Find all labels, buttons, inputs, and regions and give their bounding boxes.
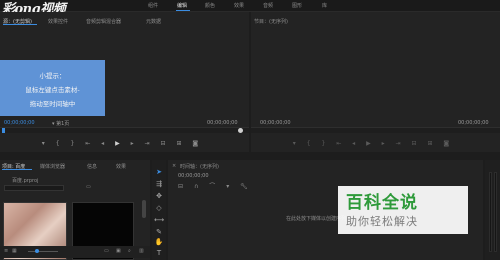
nest-icon[interactable]: ⊟	[178, 183, 183, 190]
step-back-icon[interactable]: ◂	[101, 140, 104, 147]
drop-media-hint: 在此处放下媒体以创建序列	[286, 216, 347, 222]
source-duration: 00;00;00;00	[207, 120, 238, 126]
program-monitor-panel: 节目：(无序列) 00;00;00;00 00;00;00;00 ▾ { } ⇤…	[251, 12, 500, 152]
audio-meter	[485, 160, 500, 260]
go-to-in-icon[interactable]: ⇤	[85, 140, 90, 147]
workspace-tab-libraries[interactable]: 库	[322, 2, 327, 9]
workspace-tab-color[interactable]: 颜色	[205, 2, 215, 9]
source-time-ruler[interactable]	[0, 127, 249, 133]
watermark-subtitle: 助你轻松解决	[346, 215, 418, 228]
project-file-name: 百度.prproj	[12, 178, 39, 184]
add-marker-icon[interactable]: ▾	[226, 183, 229, 190]
active-tab-indicator	[3, 24, 37, 25]
tools-panel: ➤ ⇶ ✥ ◇ ⟷ ✎ ✋ T	[152, 160, 166, 260]
project-footer: ≡ ▦ ▭ ▣ ⌕ ▥	[0, 246, 150, 258]
export-frame-icon[interactable]: ◙	[192, 140, 198, 147]
overwrite-icon[interactable]: ⊞	[176, 140, 181, 147]
go-to-out-icon[interactable]: ⇥	[145, 140, 150, 147]
watermark-title: 百科全说	[346, 193, 418, 213]
tab-media-browser[interactable]: 媒体浏览器	[40, 163, 65, 170]
list-view-icon[interactable]: ≡	[4, 248, 8, 254]
workspace-tab-audio[interactable]: 音频	[263, 2, 273, 9]
wrench-icon[interactable]: 🔧︎	[240, 183, 248, 190]
meter-channel-right	[494, 172, 497, 252]
tab-info[interactable]: 信息	[87, 163, 97, 170]
scroll-handle[interactable]	[238, 128, 243, 133]
tab-metadata[interactable]: 元数据	[146, 18, 161, 25]
workspace-tab-editing[interactable]: 编辑	[177, 2, 187, 9]
new-item-button[interactable]: ▣	[116, 248, 121, 254]
selection-tool-icon[interactable]: ➤	[154, 168, 164, 177]
linked-selection-icon[interactable]: ⌒	[209, 181, 215, 190]
source-monitor-panel: 源：(无剪辑) 效果控件 音频剪辑混合器 元数据 小提示： 鼠标左键点击素材- …	[0, 12, 249, 152]
play-icon[interactable]: ▶	[115, 140, 120, 147]
zoom-slider-handle[interactable]	[35, 249, 39, 253]
mark-out-icon[interactable]: }	[321, 140, 325, 147]
step-forward-icon[interactable]: ▸	[131, 140, 134, 147]
timeline-timecode[interactable]: 00;00;00;00	[178, 173, 209, 179]
razor-tool-icon[interactable]: ◇	[154, 204, 164, 213]
scrollbar[interactable]	[142, 200, 146, 218]
export-frame-icon[interactable]: ◙	[443, 140, 449, 147]
new-bin-icon[interactable]: ▭	[86, 184, 91, 190]
active-workspace-indicator	[176, 10, 190, 11]
source-transport-controls: ▾ { } ⇤ ◂ ▶ ▸ ⇥ ⊟ ⊞ ◙	[0, 139, 249, 149]
close-icon[interactable]: ×	[172, 163, 176, 169]
mark-in-icon[interactable]: {	[307, 140, 311, 147]
extract-icon[interactable]: ⊞	[427, 140, 432, 147]
step-forward-icon[interactable]: ▸	[382, 140, 385, 147]
workspace-bar: 彩ong视频 组件 编辑 颜色 效果 音频 图形 库	[0, 0, 500, 17]
meter-channel-left	[489, 172, 492, 252]
tab-program[interactable]: 节目：(无序列)	[254, 18, 288, 25]
source-timecode[interactable]: 00;00;00;00	[4, 120, 35, 126]
tab-effect-controls[interactable]: 效果控件	[48, 18, 68, 25]
find-icon[interactable]: ⌕	[128, 248, 131, 254]
new-bin-button[interactable]: ▭	[104, 248, 109, 254]
ripple-edit-tool-icon[interactable]: ✥	[154, 192, 164, 201]
play-icon[interactable]: ▶	[366, 140, 371, 147]
marker-icon[interactable]: ▾	[42, 140, 45, 147]
playhead-marker[interactable]	[2, 128, 5, 133]
project-panel: 项目: 百度 媒体浏览器 信息 效果 百度.prproj ▭ ≡ ▦ ▭ ▣ ⌕…	[0, 160, 150, 260]
go-to-in-icon[interactable]: ⇤	[336, 140, 341, 147]
insert-icon[interactable]: ⊟	[161, 140, 166, 147]
delete-icon[interactable]: ▥	[139, 248, 144, 254]
icon-view-icon[interactable]: ▦	[12, 248, 17, 254]
tab-effects[interactable]: 效果	[116, 163, 126, 170]
program-timecode[interactable]: 00;00;00;00	[260, 120, 291, 126]
timeline-title: 时间轴：(无序列)	[180, 164, 219, 170]
fit-dropdown[interactable]: ▾ 第1页	[52, 120, 69, 127]
mark-in-icon[interactable]: {	[56, 140, 60, 147]
step-back-icon[interactable]: ◂	[352, 140, 355, 147]
lift-icon[interactable]: ⊟	[412, 140, 417, 147]
slip-tool-icon[interactable]: ⟷	[154, 216, 164, 225]
go-to-out-icon[interactable]: ⇥	[396, 140, 401, 147]
watermark: 百科全说 助你轻松解决	[338, 186, 468, 234]
workspace-tab-graphics[interactable]: 图形	[292, 2, 302, 9]
program-transport-controls: ▾ { } ⇤ ◂ ▶ ▸ ⇥ ⊟ ⊞ ◙	[251, 139, 500, 149]
zoom-slider[interactable]	[28, 251, 58, 252]
hand-tool-icon[interactable]: ✋	[154, 238, 164, 247]
program-time-ruler[interactable]	[251, 127, 500, 133]
type-tool-icon[interactable]: T	[154, 249, 164, 258]
tab-audio-clip-mixer[interactable]: 音频剪辑混合器	[86, 18, 121, 25]
workspace-tab-effects[interactable]: 效果	[234, 2, 244, 9]
timeline-toolbar: ⊟ ∩ ⌒ ▾ 🔧︎	[178, 181, 257, 190]
marker-icon[interactable]: ▾	[293, 140, 296, 147]
program-duration: 00;00;00;00	[458, 120, 489, 126]
hint-line-1: 小提示：	[39, 72, 66, 80]
pen-tool-icon[interactable]: ✎	[154, 228, 164, 237]
snap-icon[interactable]: ∩	[194, 183, 198, 190]
hint-line-3: 拖动至时间轴中	[29, 100, 76, 108]
search-input[interactable]	[4, 185, 64, 191]
hint-line-2: 鼠标左键点击素材-	[25, 86, 80, 94]
workspace-tab-assembly[interactable]: 组件	[148, 2, 158, 9]
mark-out-icon[interactable]: }	[70, 140, 74, 147]
premiere-window: 彩ong视频 组件 编辑 颜色 效果 音频 图形 库 源：(无剪辑) 效果控件 …	[0, 0, 500, 260]
active-tab-indicator	[2, 169, 32, 170]
track-select-tool-icon[interactable]: ⇶	[154, 180, 164, 189]
hint-box: 小提示： 鼠标左键点击素材- 拖动至时间轴中	[0, 60, 105, 116]
